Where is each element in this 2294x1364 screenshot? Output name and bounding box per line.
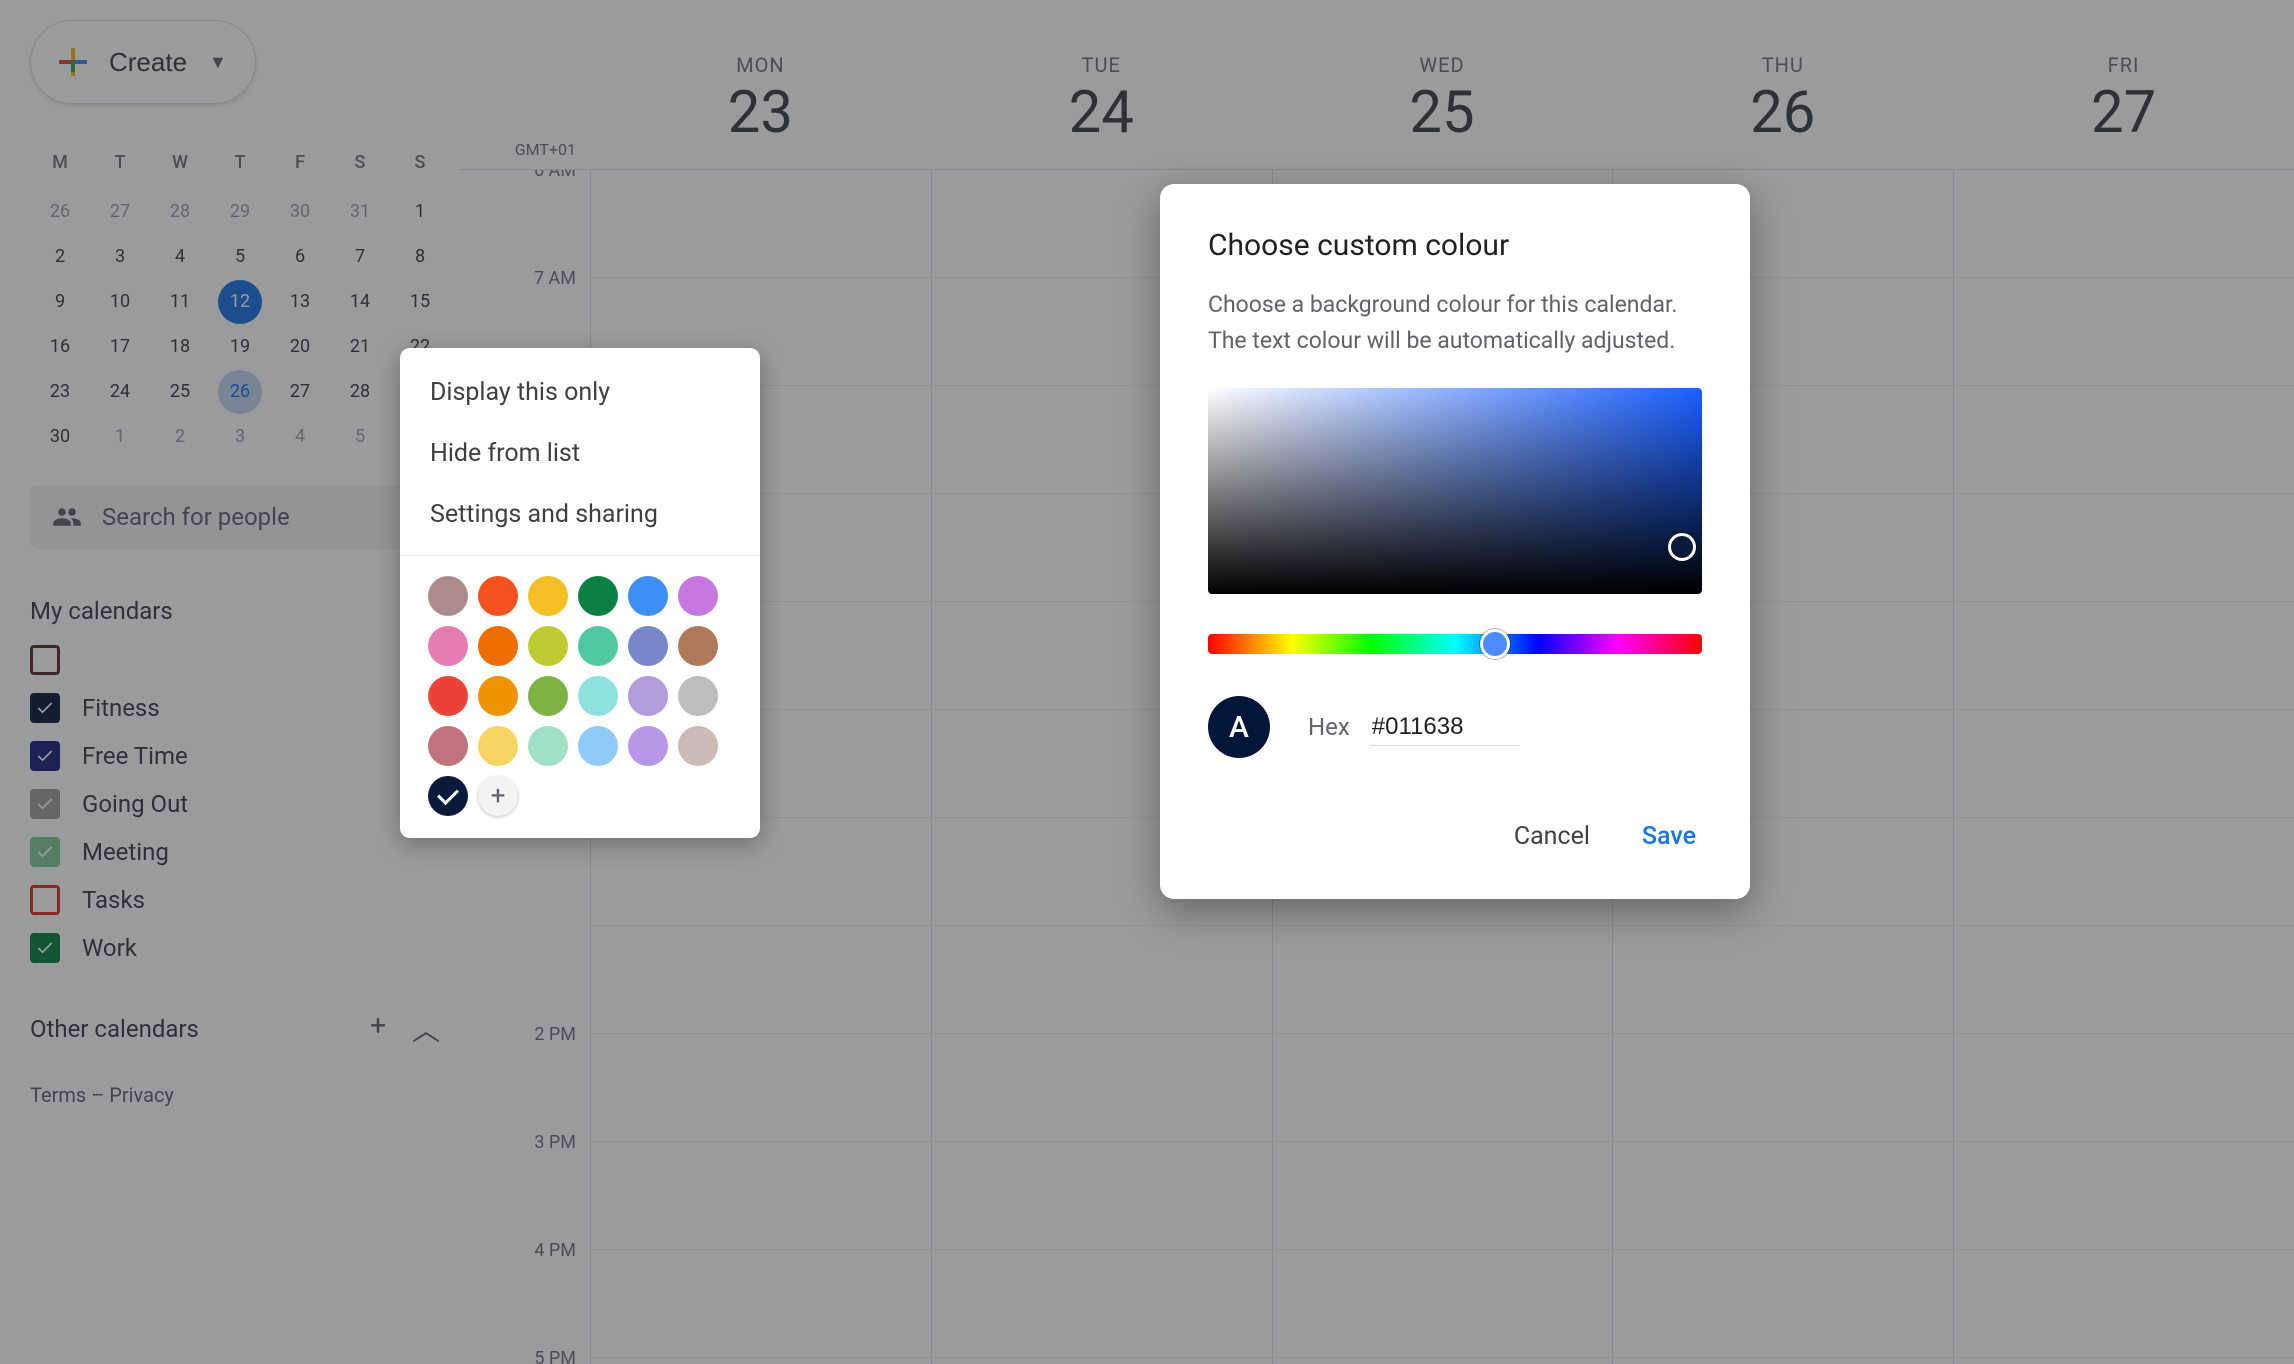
- colour-swatch[interactable]: [628, 626, 668, 666]
- colour-swatch[interactable]: [678, 576, 718, 616]
- colour-swatch[interactable]: [528, 676, 568, 716]
- colour-swatch[interactable]: [528, 626, 568, 666]
- save-button[interactable]: Save: [1636, 814, 1702, 859]
- colour-swatch[interactable]: [678, 626, 718, 666]
- context-menu-item[interactable]: Hide from list: [400, 423, 760, 484]
- colour-swatch[interactable]: [478, 726, 518, 766]
- colour-swatch[interactable]: [478, 626, 518, 666]
- colour-swatch[interactable]: [628, 676, 668, 716]
- dialog-title: Choose custom colour: [1208, 228, 1702, 263]
- custom-colour-dialog: Choose custom colour Choose a background…: [1160, 184, 1750, 899]
- colour-swatch[interactable]: [428, 726, 468, 766]
- modal-scrim[interactable]: [0, 0, 2294, 1364]
- sv-handle[interactable]: [1668, 533, 1696, 561]
- hue-handle[interactable]: [1480, 629, 1510, 659]
- colour-swatch-selected[interactable]: [428, 776, 468, 816]
- context-menu-item[interactable]: Settings and sharing: [400, 484, 760, 545]
- colour-swatch[interactable]: [478, 576, 518, 616]
- colour-preview: A: [1208, 696, 1270, 758]
- colour-swatch[interactable]: [628, 726, 668, 766]
- colour-swatch[interactable]: [628, 576, 668, 616]
- add-custom-colour-button[interactable]: +: [478, 776, 518, 816]
- colour-swatch[interactable]: [578, 676, 618, 716]
- hex-label: Hex: [1308, 713, 1350, 741]
- hex-input[interactable]: [1370, 709, 1520, 746]
- colour-swatch[interactable]: [678, 726, 718, 766]
- colour-swatch[interactable]: [428, 676, 468, 716]
- colour-swatch[interactable]: [578, 626, 618, 666]
- colour-swatch[interactable]: [528, 726, 568, 766]
- colour-swatch[interactable]: [478, 676, 518, 716]
- colour-swatch[interactable]: [528, 576, 568, 616]
- colour-swatch[interactable]: [578, 576, 618, 616]
- dialog-description: Choose a background colour for this cale…: [1208, 287, 1702, 358]
- calendar-context-menu: Display this onlyHide from listSettings …: [400, 348, 760, 838]
- colour-swatch[interactable]: [678, 676, 718, 716]
- menu-separator: [400, 555, 760, 556]
- context-menu-item[interactable]: Display this only: [400, 362, 760, 423]
- cancel-button[interactable]: Cancel: [1508, 814, 1596, 859]
- sv-picker[interactable]: [1208, 388, 1702, 594]
- hue-slider[interactable]: [1208, 634, 1702, 654]
- colour-swatch[interactable]: [578, 726, 618, 766]
- colour-swatch[interactable]: [428, 626, 468, 666]
- colour-swatch[interactable]: [428, 576, 468, 616]
